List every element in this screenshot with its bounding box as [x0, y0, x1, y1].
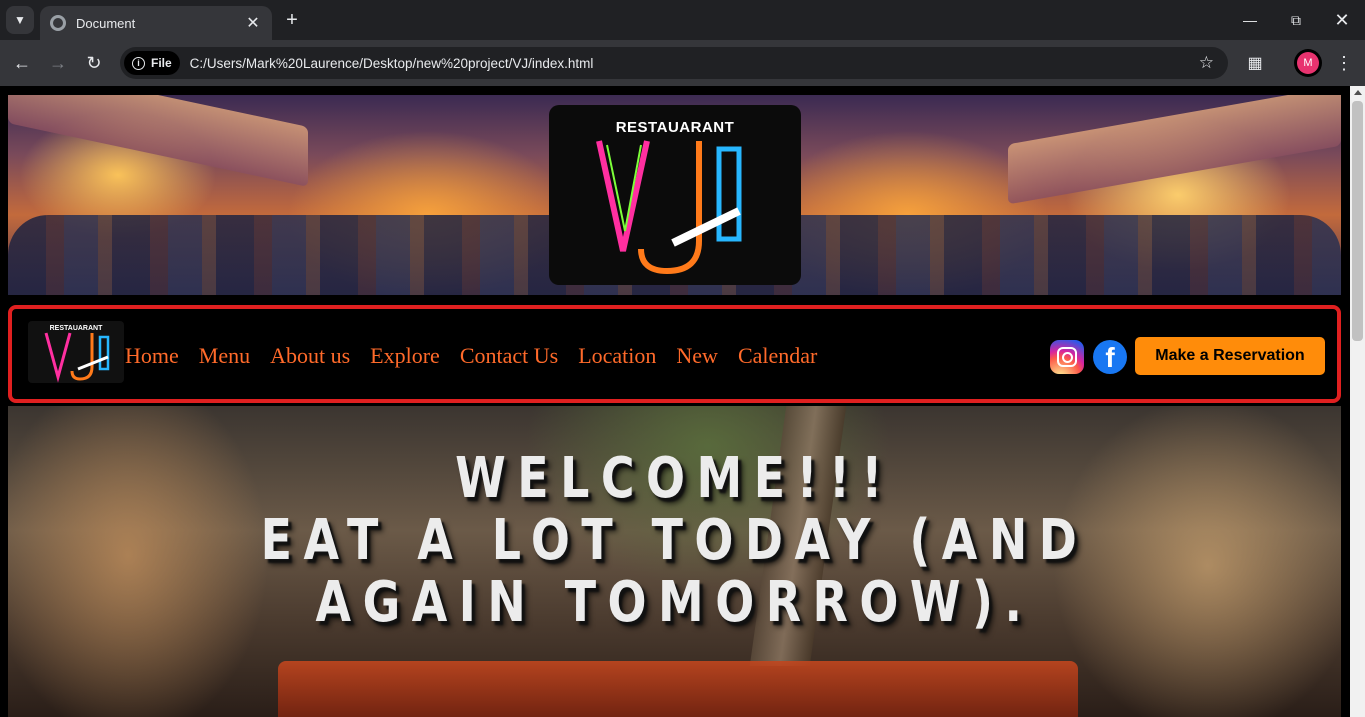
profile-avatar[interactable]: M	[1297, 52, 1319, 74]
nav-link-home[interactable]: Home	[125, 343, 179, 369]
restaurant-logo: RESTAUARANT	[549, 105, 801, 285]
forward-button[interactable]: →	[44, 49, 72, 77]
nav-link-about[interactable]: About us	[270, 343, 350, 369]
browser-tab[interactable]: Document ✕	[40, 6, 272, 40]
address-bar[interactable]: i File C:/Users/Mark%20Laurence/Desktop/…	[120, 47, 1228, 79]
tab-search-button[interactable]: ▼	[6, 6, 34, 34]
scroll-up-arrow-icon[interactable]	[1354, 90, 1362, 95]
nav-link-location[interactable]: Location	[578, 343, 656, 369]
nav-links: Home Menu About us Explore Contact Us Lo…	[125, 343, 837, 369]
nav-link-contact[interactable]: Contact Us	[460, 343, 558, 369]
minimize-button[interactable]: —	[1227, 0, 1273, 40]
tab-title: Document	[76, 15, 136, 31]
reload-button[interactable]: ↻	[80, 49, 108, 77]
hero-line-tagline: EAT A LOT TODAY (AND AGAIN TOMORROW).	[260, 508, 1089, 635]
welcome-hero: WELCOME!!! EAT A LOT TODAY (AND AGAIN TO…	[8, 406, 1341, 717]
nav-link-calendar[interactable]: Calendar	[738, 343, 817, 369]
close-tab-icon[interactable]: ✕	[244, 13, 262, 33]
close-window-button[interactable]: ✕	[1319, 0, 1365, 40]
nav-link-explore[interactable]: Explore	[370, 343, 440, 369]
browser-menu-icon[interactable]: ⋮	[1334, 52, 1354, 74]
new-tab-button[interactable]: +	[280, 8, 304, 32]
navbar-logo-text: RESTAUARANT	[49, 325, 103, 332]
facebook-icon[interactable]: f	[1093, 340, 1127, 374]
back-button[interactable]: ←	[8, 49, 36, 77]
site-info-label: File	[151, 56, 172, 70]
scroll-thumb[interactable]	[1352, 101, 1363, 341]
browser-tab-bar: ▼ Document ✕ + — ⧉ ✕	[0, 0, 1365, 40]
header-banner-image: RESTAUARANT	[8, 95, 1341, 295]
site-info-chip[interactable]: i File	[124, 51, 180, 75]
globe-icon	[50, 15, 66, 31]
main-navbar: RESTAUARANT Home Menu About us Explore C…	[8, 305, 1341, 403]
browser-toolbar: ← → ↻ i File C:/Users/Mark%20Laurence/De…	[0, 40, 1365, 86]
url-text[interactable]: C:/Users/Mark%20Laurence/Desktop/new%20p…	[190, 56, 1199, 71]
make-reservation-button[interactable]: Make a Reservation	[1135, 337, 1325, 375]
hero-heading: WELCOME!!! EAT A LOT TODAY (AND AGAIN TO…	[177, 448, 1172, 634]
restore-button[interactable]: ⧉	[1273, 0, 1319, 40]
page-viewport: RESTAUARANT RESTAUARANT Home Menu About	[0, 86, 1365, 717]
bookmark-star-icon[interactable]: ☆	[1199, 53, 1214, 73]
nav-link-menu[interactable]: Menu	[199, 343, 250, 369]
nav-link-new[interactable]: New	[676, 343, 718, 369]
vj-neon-logo-icon	[596, 140, 742, 275]
navbar-logo[interactable]: RESTAUARANT	[28, 321, 124, 383]
hero-line-welcome: WELCOME!!!	[455, 446, 894, 511]
instagram-icon[interactable]	[1050, 340, 1084, 374]
page-scrollbar[interactable]	[1350, 86, 1365, 717]
extensions-icon[interactable]: ▦	[1243, 51, 1267, 75]
info-icon: i	[132, 56, 145, 70]
